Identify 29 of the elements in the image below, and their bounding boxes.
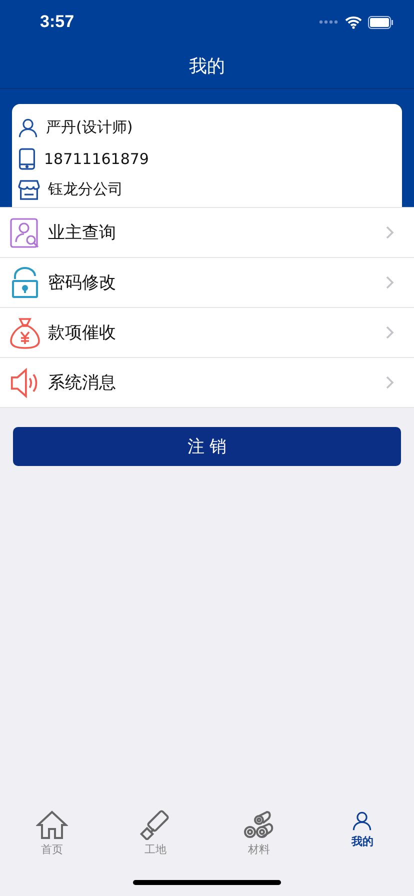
storefront-icon: [18, 180, 40, 200]
menu-item[interactable]: 密码修改: [0, 258, 414, 308]
page-title: 我的: [189, 55, 225, 78]
person-icon: [352, 810, 372, 832]
chevron-icon: [386, 276, 394, 289]
chevron-icon: [386, 226, 394, 239]
speaker-icon: [10, 366, 40, 398]
chevron-icon: [386, 376, 394, 389]
money-bag-icon: [10, 316, 40, 348]
paint-roller-icon: [139, 810, 172, 840]
menu-item[interactable]: 业主查询: [0, 208, 414, 258]
menu-item[interactable]: 款项催收: [0, 308, 414, 358]
user-search-icon: [10, 218, 40, 248]
logout-button[interactable]: 注 销: [13, 427, 401, 466]
tab-item[interactable]: 我的: [310, 810, 414, 862]
profile-text: 18711161879: [44, 150, 149, 168]
battery-icon: [368, 16, 394, 28]
signal-icon: [319, 19, 339, 25]
house-icon: [36, 810, 68, 840]
padlock-icon: [10, 266, 40, 298]
chevron-icon: [386, 326, 394, 339]
profile-text: 钰龙分公司: [48, 180, 123, 199]
profile-text: 严丹(设计师): [46, 118, 133, 137]
rolls-icon: [242, 810, 275, 840]
person-icon: [18, 116, 38, 138]
menu-item[interactable]: 系统消息: [0, 358, 414, 408]
wifi-icon: [345, 16, 362, 28]
status-time: 3:57: [40, 12, 76, 32]
phone-icon: [18, 148, 36, 170]
